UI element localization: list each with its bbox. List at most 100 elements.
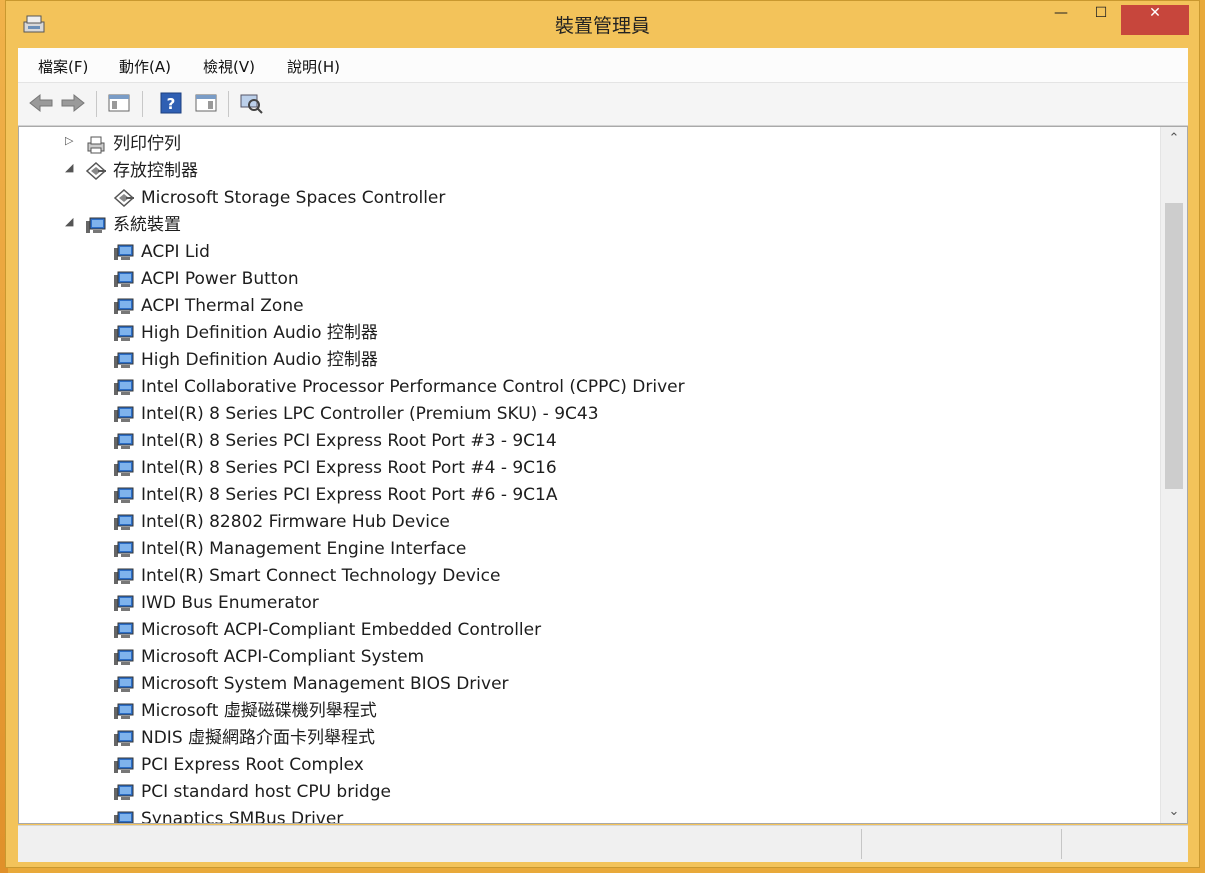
scroll-up-icon[interactable]: ⌃	[1161, 131, 1187, 146]
tree-item-label: Microsoft System Management BIOS Driver	[141, 674, 509, 694]
collapse-arrow-icon[interactable]: ◢	[65, 215, 77, 228]
tree-item-label: NDIS 虛擬網路介面卡列舉程式	[141, 728, 376, 748]
tree-item[interactable]: Microsoft Storage Spaces Controller	[19, 185, 1159, 212]
toolbar-separator	[228, 91, 229, 117]
scroll-down-icon[interactable]: ⌄	[1161, 804, 1187, 819]
menu-view[interactable]: 檢視(V)	[201, 56, 257, 77]
system-device-icon	[114, 784, 134, 800]
tree-item[interactable]: Microsoft 虛擬磁碟機列舉程式	[19, 698, 1159, 725]
tree-item-label: IWD Bus Enumerator	[141, 593, 319, 613]
system-device-icon	[114, 649, 134, 665]
tree-item[interactable]: High Definition Audio 控制器	[19, 347, 1159, 374]
tree-item[interactable]: ACPI Lid	[19, 239, 1159, 266]
properties-pane-icon[interactable]	[106, 92, 132, 114]
tree-item[interactable]: PCI Express Root Complex	[19, 752, 1159, 779]
tree-item[interactable]: Microsoft ACPI-Compliant Embedded Contro…	[19, 617, 1159, 644]
tree-item[interactable]: Intel Collaborative Processor Performanc…	[19, 374, 1159, 401]
minimize-button[interactable]: —	[1046, 5, 1076, 35]
scan-hardware-icon[interactable]	[238, 92, 264, 114]
tree-item[interactable]: Intel(R) 8 Series PCI Express Root Port …	[19, 482, 1159, 509]
system-device-icon	[114, 244, 134, 260]
collapse-arrow-icon[interactable]: ◢	[65, 161, 77, 174]
system-device-icon	[114, 811, 134, 823]
tree-item-label: Microsoft ACPI-Compliant System	[141, 647, 425, 667]
scrollbar-thumb[interactable]	[1165, 203, 1183, 489]
device-manager-window: 裝置管理員 — ☐ ✕ 檔案(F) 動作(A) 檢視(V) 說明(H) ? ▷ …	[5, 0, 1200, 868]
tree-item[interactable]: IWD Bus Enumerator	[19, 590, 1159, 617]
storage-controller-icon	[85, 161, 107, 181]
tree-item-label: Synaptics SMBus Driver	[141, 809, 344, 824]
menu-help[interactable]: 說明(H)	[285, 56, 342, 77]
tree-item-label: Intel(R) 8 Series LPC Controller (Premiu…	[141, 404, 599, 424]
tree-item[interactable]: Intel(R) Management Engine Interface	[19, 536, 1159, 563]
window-title: 裝置管理員	[554, 15, 650, 37]
toolbar-separator	[142, 91, 143, 117]
system-device-icon	[114, 703, 134, 719]
close-button[interactable]: ✕	[1121, 5, 1189, 35]
tree-item-label: Intel(R) Smart Connect Technology Device	[141, 566, 501, 586]
tree-item[interactable]: ACPI Thermal Zone	[19, 293, 1159, 320]
system-device-icon	[114, 433, 134, 449]
back-icon[interactable]	[28, 92, 54, 114]
tree-item[interactable]: ▷ 列印佇列	[19, 131, 1159, 158]
tree-item-label: ACPI Thermal Zone	[141, 296, 304, 316]
tree-item-label: Intel(R) 8 Series PCI Express Root Port …	[141, 458, 557, 478]
tree-item-label: PCI Express Root Complex	[141, 755, 364, 775]
tree-item[interactable]: ◢ 系統裝置	[19, 212, 1159, 239]
tree-item-label: ACPI Lid	[141, 242, 210, 262]
tree-item-label: Intel(R) 8 Series PCI Express Root Port …	[141, 485, 558, 505]
system-device-icon	[114, 487, 134, 503]
system-device-icon	[114, 379, 134, 395]
help-icon[interactable]: ?	[158, 92, 184, 114]
status-bar	[18, 825, 1188, 862]
system-device-icon	[114, 757, 134, 773]
tree-item[interactable]: Microsoft ACPI-Compliant System	[19, 644, 1159, 671]
tree-item[interactable]: PCI standard host CPU bridge	[19, 779, 1159, 806]
tree-item[interactable]: ◢ 存放控制器	[19, 158, 1159, 185]
tree-item-label: 系統裝置	[113, 215, 181, 235]
status-divider	[861, 829, 862, 859]
tree-item-label: Microsoft ACPI-Compliant Embedded Contro…	[141, 620, 542, 640]
system-device-icon	[114, 406, 134, 422]
menu-action[interactable]: 動作(A)	[117, 56, 173, 77]
forward-icon[interactable]	[60, 92, 86, 114]
device-tree[interactable]: ▷ 列印佇列 ◢ 存放控制器 Microsoft Storage Spaces Cont…	[18, 126, 1188, 824]
system-device-icon	[114, 298, 134, 314]
system-device-icon	[114, 730, 134, 746]
tree-item-label: High Definition Audio 控制器	[141, 350, 378, 370]
system-device-icon	[114, 325, 134, 341]
system-device-icon	[114, 676, 134, 692]
tree-item[interactable]: Microsoft System Management BIOS Driver	[19, 671, 1159, 698]
toolbar-separator	[96, 91, 97, 117]
svg-text:?: ?	[167, 95, 176, 113]
tree-item[interactable]: Intel(R) 8 Series LPC Controller (Premiu…	[19, 401, 1159, 428]
system-device-icon	[114, 541, 134, 557]
tree-item[interactable]: Synaptics SMBus Driver	[19, 806, 1159, 824]
tree-item-label: Intel(R) Management Engine Interface	[141, 539, 467, 559]
tree-item[interactable]: Intel(R) 8 Series PCI Express Root Port …	[19, 428, 1159, 455]
tree-item-label: Microsoft Storage Spaces Controller	[141, 188, 446, 208]
tree-item[interactable]: High Definition Audio 控制器	[19, 320, 1159, 347]
status-divider	[1061, 829, 1062, 859]
vertical-scrollbar[interactable]: ⌃ ⌄	[1160, 127, 1187, 823]
tree-item-label: ACPI Power Button	[141, 269, 299, 289]
system-device-icon	[114, 568, 134, 584]
tree-item[interactable]: NDIS 虛擬網路介面卡列舉程式	[19, 725, 1159, 752]
tree-item-label: Intel Collaborative Processor Performanc…	[141, 377, 685, 397]
title-bar[interactable]: 裝置管理員 — ☐ ✕	[6, 1, 1199, 47]
tree-item-label: 列印佇列	[113, 134, 181, 154]
tree-item-label: Intel(R) 82802 Firmware Hub Device	[141, 512, 450, 532]
maximize-button[interactable]: ☐	[1084, 5, 1118, 35]
tree-item-label: Microsoft 虛擬磁碟機列舉程式	[141, 701, 377, 721]
tree-item[interactable]: Intel(R) 82802 Firmware Hub Device	[19, 509, 1159, 536]
expand-arrow-icon[interactable]: ▷	[65, 134, 77, 147]
tree-item[interactable]: Intel(R) 8 Series PCI Express Root Port …	[19, 455, 1159, 482]
menu-file[interactable]: 檔案(F)	[36, 56, 90, 77]
tree-item[interactable]: Intel(R) Smart Connect Technology Device	[19, 563, 1159, 590]
storage-controller-icon	[113, 188, 135, 208]
system-device-icon	[114, 352, 134, 368]
menu-bar: 檔案(F) 動作(A) 檢視(V) 說明(H)	[18, 48, 1188, 83]
tree-item-label: Intel(R) 8 Series PCI Express Root Port …	[141, 431, 557, 451]
action-pane-icon[interactable]	[193, 92, 219, 114]
tree-item[interactable]: ACPI Power Button	[19, 266, 1159, 293]
